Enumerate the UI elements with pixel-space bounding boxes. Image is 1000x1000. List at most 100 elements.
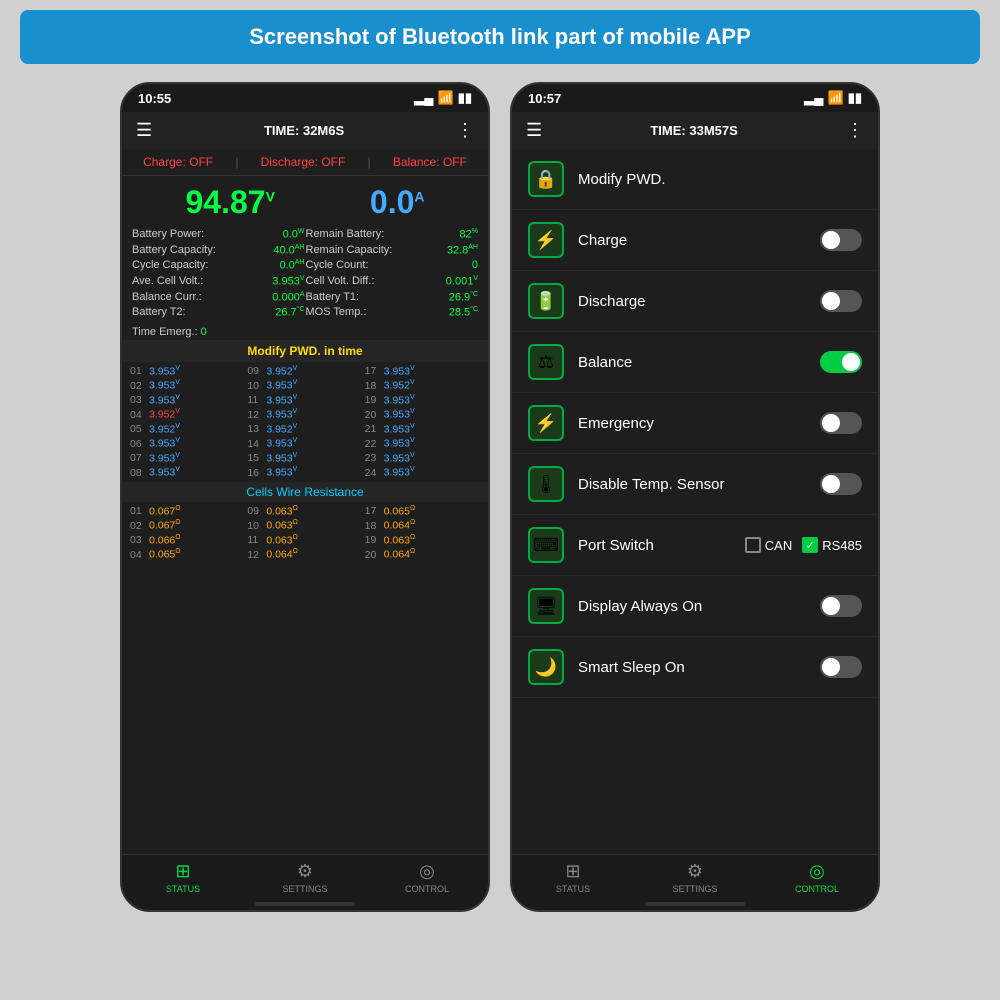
- resistance-grid: 010.067Ω090.063Ω170.065Ω020.067Ω100.063Ω…: [122, 502, 488, 564]
- cell-item: 073.953V: [130, 452, 245, 465]
- cell-item: 153.953V: [247, 452, 362, 465]
- cell-item: 173.953V: [365, 365, 480, 378]
- nav-settings[interactable]: ⚙ SETTINGS: [244, 861, 366, 894]
- left-status-icons: ▂▄ 📶 ▮▮: [414, 90, 472, 106]
- nav-status[interactable]: ⊞ STATUS: [122, 861, 244, 894]
- cell-item: 013.953V: [130, 365, 245, 378]
- right-wifi-icon: 📶: [828, 90, 844, 106]
- cell-item: 043.952V: [130, 408, 245, 421]
- right-battery-icon: ▮▮: [848, 90, 862, 106]
- discharge-toggle[interactable]: [820, 290, 862, 312]
- charge-status: Charge: OFF: [143, 155, 213, 169]
- emergency-toggle[interactable]: [820, 412, 862, 434]
- control-item-display-always-on[interactable]: 🖥 Display Always On: [512, 576, 878, 637]
- smart-sleep-toggle[interactable]: [820, 656, 862, 678]
- right-control-nav-icon: ◎: [809, 861, 825, 882]
- resistance-header: Cells Wire Resistance: [122, 482, 488, 502]
- right-phone-content: 🔒Modify PWD.⚡Charge 🔋 Discharge ⚖Balance⚡Em…: [512, 149, 878, 854]
- right-control-nav-label: CONTROL: [795, 884, 839, 894]
- cell-item: 193.953V: [365, 394, 480, 407]
- display-always-on-icon: 🖥: [528, 588, 564, 624]
- disable-temp-toggle[interactable]: [820, 473, 862, 495]
- cell-item: 033.953V: [130, 394, 245, 407]
- right-status-bar: 10:57 ▂▄ 📶 ▮▮: [512, 84, 878, 112]
- remain-capacity-row: Remain Capacity: 32.8AH: [306, 243, 479, 258]
- cell-item: 243.953V: [365, 466, 480, 479]
- cell-item: 083.953V: [130, 466, 245, 479]
- discharge-icon: 🔋: [528, 283, 564, 319]
- cell-item: 133.952V: [247, 423, 362, 436]
- ave-cell-volt-row: Ave. Cell Volt.: 3.953V: [132, 274, 305, 289]
- discharge-label: Discharge: [578, 293, 806, 310]
- home-indicator: [255, 902, 355, 906]
- checkbox-rs485[interactable]: ✓RS485: [802, 537, 862, 553]
- control-item-modify-pwd[interactable]: 🔒Modify PWD.: [512, 149, 878, 210]
- header-title: Screenshot of Bluetooth link part of mob…: [40, 24, 960, 50]
- big-values: 94.87V 0.0A: [122, 176, 488, 223]
- display-always-on-toggle[interactable]: [820, 595, 862, 617]
- hamburger-icon[interactable]: ☰: [136, 120, 152, 141]
- control-item-discharge[interactable]: 🔋 Discharge: [512, 271, 878, 332]
- right-app-title: TIME: 33M57S: [650, 123, 737, 138]
- right-app-bar: ☰ TIME: 33M57S ⋮: [512, 112, 878, 149]
- resistance-item: 170.065Ω: [365, 505, 480, 518]
- mos-temp-row: MOS Temp.: 28.5°C: [306, 305, 479, 320]
- cell-volt-diff-row: Cell Volt. Diff.: 0.001V: [306, 274, 479, 289]
- right-dots-menu-icon[interactable]: ⋮: [846, 120, 864, 141]
- resistance-item: 010.067Ω: [130, 505, 245, 518]
- cells-section: 013.953V093.952V173.953V023.953V103.953V…: [122, 362, 488, 854]
- battery-icon: ▮▮: [458, 90, 472, 106]
- battery-t2-row: Battery T2: 26.7°C: [132, 305, 305, 320]
- phones-row: 10:55 ▂▄ 📶 ▮▮ ☰ TIME: 32M6S ⋮ Charge:: [120, 82, 880, 912]
- disable-temp-icon: 🌡: [528, 466, 564, 502]
- control-item-disable-temp[interactable]: 🌡Disable Temp. Sensor: [512, 454, 878, 515]
- battery-capacity-row: Battery Capacity: 40.0AH: [132, 243, 305, 258]
- right-hamburger-icon[interactable]: ☰: [526, 120, 542, 141]
- right-nav-status[interactable]: ⊞ STATUS: [512, 861, 634, 894]
- right-phone: 10:57 ▂▄ 📶 ▮▮ ☰ TIME: 33M57S ⋮ 🔒Modify P…: [510, 82, 880, 912]
- control-item-smart-sleep[interactable]: 🌙Smart Sleep On: [512, 637, 878, 698]
- right-nav-control[interactable]: ◎ CONTROL: [756, 861, 878, 894]
- balance-toggle[interactable]: [820, 351, 862, 373]
- left-phone-content: Charge: OFF | Discharge: OFF | Balance: …: [122, 149, 488, 854]
- display-always-on-label: Display Always On: [578, 598, 806, 615]
- right-settings-nav-icon: ⚙: [687, 861, 703, 882]
- cell-item: 233.953V: [365, 452, 480, 465]
- charge-toggle[interactable]: [820, 229, 862, 251]
- settings-nav-icon: ⚙: [297, 861, 313, 882]
- cell-item: 113.953V: [247, 394, 362, 407]
- resistance-item: 030.066Ω: [130, 534, 245, 547]
- charge-status-row: Charge: OFF | Discharge: OFF | Balance: …: [122, 149, 488, 176]
- status-nav-label: STATUS: [166, 884, 200, 894]
- left-bottom-nav: ⊞ STATUS ⚙ SETTINGS ◎ CONTROL: [122, 854, 488, 898]
- resistance-item: 110.063Ω: [247, 534, 362, 547]
- control-item-balance[interactable]: ⚖Balance: [512, 332, 878, 393]
- right-home-indicator: [645, 902, 745, 906]
- checkbox-empty-icon: [745, 537, 761, 553]
- smart-sleep-label: Smart Sleep On: [578, 659, 806, 676]
- time-emerg-row: Time Emerg.: 0: [122, 324, 488, 340]
- wifi-icon: 📶: [438, 90, 454, 106]
- page-wrapper: Screenshot of Bluetooth link part of mob…: [0, 0, 1000, 1000]
- right-nav-settings[interactable]: ⚙ SETTINGS: [634, 861, 756, 894]
- left-phone: 10:55 ▂▄ 📶 ▮▮ ☰ TIME: 32M6S ⋮ Charge:: [120, 82, 490, 912]
- port-switch-options: CAN ✓RS485: [745, 537, 862, 553]
- info-grid: Battery Power: 0.0W Remain Battery: 82% …: [122, 223, 488, 324]
- control-nav-label: CONTROL: [405, 884, 449, 894]
- nav-control[interactable]: ◎ CONTROL: [366, 861, 488, 894]
- right-status-icons: ▂▄ 📶 ▮▮: [804, 90, 862, 106]
- cell-item: 023.953V: [130, 379, 245, 392]
- resistance-item: 180.064Ω: [365, 519, 480, 532]
- control-item-port-switch[interactable]: ⌨Port SwitchCAN✓RS485: [512, 515, 878, 576]
- right-status-nav-label: STATUS: [556, 884, 590, 894]
- control-item-emergency[interactable]: ⚡Emergency: [512, 393, 878, 454]
- cell-item: 223.953V: [365, 437, 480, 450]
- dots-menu-icon[interactable]: ⋮: [456, 120, 474, 141]
- right-time: 10:57: [528, 91, 561, 106]
- checkbox-can[interactable]: CAN: [745, 537, 792, 553]
- control-item-charge[interactable]: ⚡Charge: [512, 210, 878, 271]
- resistance-item: 090.063Ω: [247, 505, 362, 518]
- checkbox-check-icon: ✓: [802, 537, 818, 553]
- cell-item: 123.953V: [247, 408, 362, 421]
- left-app-title: TIME: 32M6S: [264, 123, 344, 138]
